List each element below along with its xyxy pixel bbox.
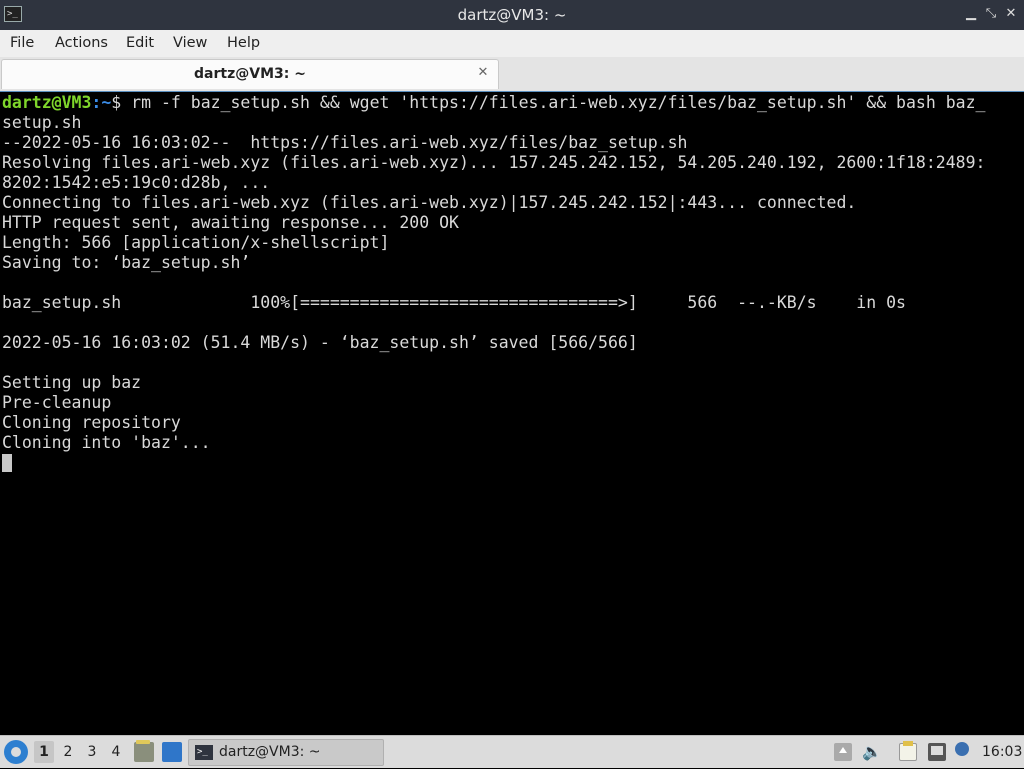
command-line: rm -f baz_setup.sh && wget 'https://file…: [121, 93, 986, 112]
clock[interactable]: 16:03: [982, 736, 1022, 769]
menu-view[interactable]: View: [173, 30, 207, 57]
tab-bar: dartz@VM3: ~ ✕: [0, 57, 1024, 91]
restore-icon[interactable]: ⤡: [984, 7, 998, 21]
menu-help[interactable]: Help: [227, 30, 260, 57]
terminal-icon: >_: [195, 745, 213, 760]
taskbar-terminal-button[interactable]: >_ dartz@VM3: ~: [188, 739, 384, 766]
tab-close-icon[interactable]: ✕: [476, 66, 490, 80]
terminal-view[interactable]: dartz@VM3:~$ rm -f baz_setup.sh && wget …: [0, 91, 1024, 735]
update-notifier-icon[interactable]: [955, 742, 969, 756]
clipboard-icon[interactable]: [899, 741, 917, 761]
volume-icon[interactable]: 🔈: [862, 743, 882, 761]
menu-edit[interactable]: Edit: [126, 30, 154, 57]
taskbar-task-label: dartz@VM3: ~: [219, 744, 321, 760]
show-desktop-icon[interactable]: [162, 742, 182, 762]
taskbar: 1 2 3 4 >_ dartz@VM3: ~ 🔈 16:03: [0, 735, 1024, 768]
close-icon[interactable]: ✕: [1004, 7, 1018, 21]
menu-actions[interactable]: Actions: [55, 30, 108, 57]
window-title: dartz@VM3: ~: [457, 6, 567, 24]
network-icon[interactable]: [928, 743, 946, 761]
workspace-1[interactable]: 1: [34, 741, 54, 763]
prompt-user: dartz@VM3: [2, 93, 92, 112]
prompt-path: :~: [91, 93, 112, 112]
workspace-4[interactable]: 4: [106, 741, 126, 763]
tab-terminal[interactable]: dartz@VM3: ~ ✕: [1, 59, 499, 89]
prompt-symbol: $: [111, 93, 122, 112]
menu-file[interactable]: File: [10, 30, 34, 57]
tray-expand-icon[interactable]: [834, 743, 852, 761]
terminal-output: dartz@VM3:~$ rm -f baz_setup.sh && wget …: [2, 93, 985, 473]
command-output: setup.sh --2022-05-16 16:03:02-- https:/…: [2, 113, 986, 452]
window-titlebar[interactable]: >_ dartz@VM3: ~ ▁ ⤡ ✕: [0, 0, 1024, 30]
text-cursor: [2, 454, 12, 472]
tab-label: dartz@VM3: ~: [194, 66, 306, 82]
menu-bar: File Actions Edit View Help: [0, 30, 1024, 58]
workspace-3[interactable]: 3: [82, 741, 102, 763]
file-manager-icon[interactable]: [134, 740, 154, 762]
workspace-2[interactable]: 2: [58, 741, 78, 763]
start-menu-icon[interactable]: [4, 740, 28, 764]
minimize-icon[interactable]: ▁: [964, 7, 978, 21]
